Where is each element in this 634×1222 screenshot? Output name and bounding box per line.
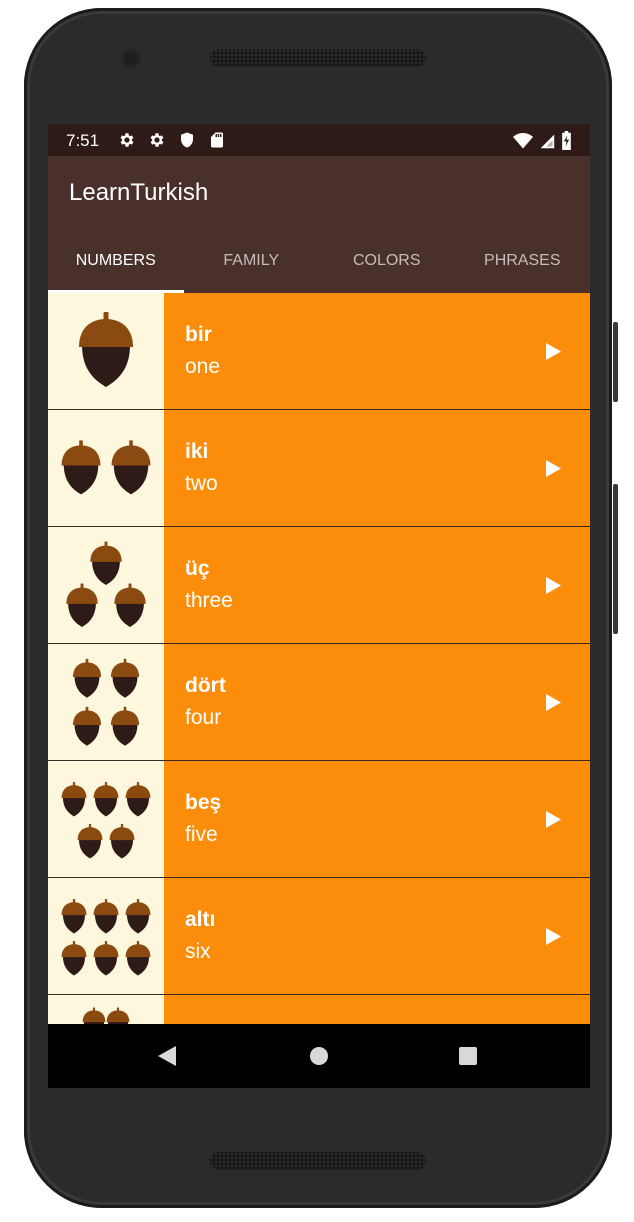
- acorn-image: [48, 527, 164, 643]
- word-text-container: beş five: [164, 761, 590, 877]
- acorn-icon: [66, 541, 146, 628]
- word-text-container: iki two: [164, 410, 590, 526]
- recents-icon[interactable]: [458, 1046, 478, 1066]
- word-text-container: [164, 995, 590, 1024]
- english-word: two: [185, 472, 218, 495]
- bottom-speaker: [210, 1152, 426, 1170]
- status-bar: 7:51: [48, 124, 590, 156]
- play-icon[interactable]: [545, 810, 562, 829]
- app-bar: LearnTurkish: [48, 156, 590, 232]
- tab-numbers[interactable]: NUMBERS: [48, 232, 184, 294]
- power-button: [613, 484, 618, 634]
- acorn-image: [48, 761, 164, 877]
- screen: 7:51 LearnTurkish NUMBERS FAMILY COLORS …: [48, 124, 590, 1088]
- list-item[interactable]: beş five: [48, 761, 590, 878]
- wifi-icon: [513, 132, 533, 148]
- acorn-image: [48, 410, 164, 526]
- volume-button: [613, 322, 618, 402]
- acorn-icon: [72, 658, 140, 746]
- turkish-word: beş: [185, 791, 222, 814]
- list-item[interactable]: bir one: [48, 293, 590, 410]
- english-word: four: [185, 706, 222, 729]
- acorn-icon: [82, 1007, 130, 1024]
- list-item[interactable]: [48, 995, 590, 1024]
- list-item[interactable]: altı six: [48, 878, 590, 995]
- acorn-icon: [61, 781, 151, 859]
- turkish-word: altı: [185, 908, 216, 931]
- tab-colors[interactable]: COLORS: [319, 232, 455, 293]
- signal-icon: [540, 134, 555, 148]
- shield-icon: [181, 132, 193, 148]
- english-word: three: [185, 589, 233, 612]
- system-icons: [513, 131, 572, 150]
- turkish-word: dört: [185, 674, 226, 697]
- sd-card-icon: [211, 132, 223, 148]
- list-item[interactable]: üç three: [48, 527, 590, 644]
- turkish-word: üç: [185, 557, 210, 580]
- english-word: six: [185, 940, 211, 963]
- gear-icon: [150, 133, 164, 147]
- battery-charging-icon: [562, 131, 571, 150]
- list-item[interactable]: iki two: [48, 410, 590, 527]
- front-camera: [121, 49, 141, 69]
- acorn-icon: [61, 440, 151, 495]
- english-word: one: [185, 355, 221, 378]
- tab-phrases[interactable]: PHRASES: [455, 232, 591, 293]
- turkish-word: bir: [185, 323, 212, 346]
- play-icon[interactable]: [545, 576, 562, 595]
- acorn-image: [48, 995, 164, 1024]
- english-word: five: [185, 823, 218, 846]
- acorn-image: [48, 293, 164, 409]
- list-item[interactable]: dört four: [48, 644, 590, 761]
- play-icon[interactable]: [545, 927, 562, 946]
- acorn-image: [48, 644, 164, 760]
- word-text-container: bir one: [164, 293, 590, 409]
- gear-icon: [120, 133, 134, 147]
- play-icon[interactable]: [545, 342, 562, 361]
- word-text-container: üç three: [164, 527, 590, 643]
- word-text-container: altı six: [164, 878, 590, 994]
- acorn-image: [48, 878, 164, 994]
- play-icon[interactable]: [545, 459, 562, 478]
- earpiece-speaker: [210, 49, 426, 67]
- app-title: LearnTurkish: [69, 179, 209, 206]
- tab-bar: NUMBERS FAMILY COLORS PHRASES: [48, 232, 591, 294]
- acorn-icon: [79, 312, 133, 387]
- back-icon[interactable]: [156, 1044, 178, 1068]
- turkish-word: iki: [185, 440, 209, 463]
- navigation-bar: [48, 1024, 590, 1088]
- word-list[interactable]: bir one iki two üç three dört four beş five altı si…: [48, 293, 590, 1024]
- play-icon[interactable]: [545, 693, 562, 712]
- acorn-icon: [61, 898, 151, 976]
- status-time: 7:51: [66, 131, 100, 150]
- notification-icons: [118, 131, 226, 149]
- home-icon[interactable]: [309, 1046, 329, 1066]
- word-text-container: dört four: [164, 644, 590, 760]
- tab-family[interactable]: FAMILY: [184, 232, 320, 293]
